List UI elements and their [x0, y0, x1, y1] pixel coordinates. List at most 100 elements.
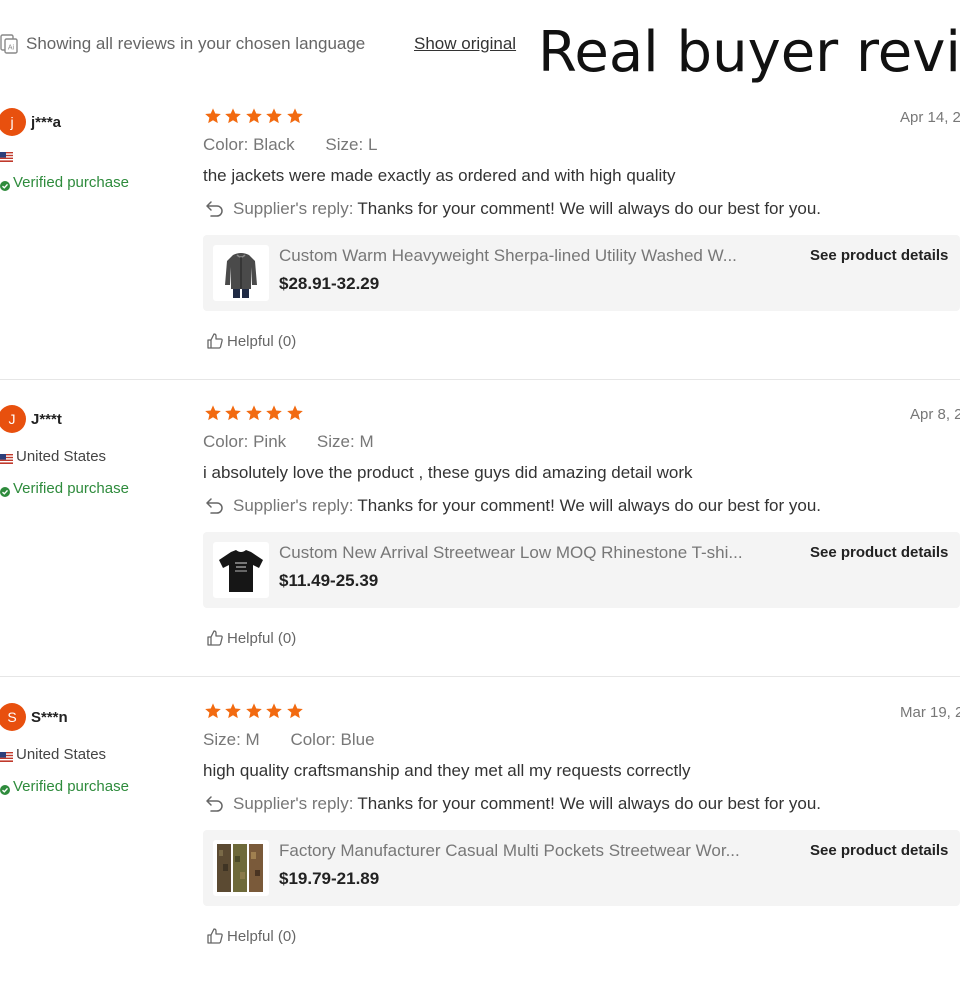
reply-arrow-icon: [205, 497, 225, 515]
product-title[interactable]: Factory Manufacturer Casual Multi Pocket…: [279, 841, 740, 861]
review-card: J J***t United States Verified purchase …: [0, 405, 960, 702]
review-comment: i absolutely love the product , these gu…: [203, 463, 693, 482]
review-date: Apr 14, 2: [900, 109, 960, 126]
attr-label: Color:: [203, 135, 249, 154]
country-name: United States: [16, 745, 107, 763]
product-title[interactable]: Custom New Arrival Streetwear Low MOQ Rh…: [279, 543, 743, 563]
tshirt-image[interactable]: [213, 542, 269, 598]
avatar: j: [0, 108, 26, 136]
see-product-details-link[interactable]: See product details: [810, 842, 948, 859]
star-icon: [286, 702, 304, 720]
attr-value: Black: [253, 135, 295, 154]
reply-label: Supplier's reply:: [233, 496, 354, 515]
thumbs-up-icon: [206, 927, 224, 945]
reviewer-country: [0, 146, 16, 162]
verified-check-icon: [0, 178, 10, 191]
star-icon: [245, 107, 263, 125]
star-icon: [245, 702, 263, 720]
us-flag-icon: [0, 149, 13, 162]
reply-label: Supplier's reply:: [233, 794, 354, 813]
product-card[interactable]: Custom New Arrival Streetwear Low MOQ Rh…: [203, 532, 960, 608]
jacket-image[interactable]: [213, 245, 269, 301]
attr-value: Pink: [253, 432, 287, 451]
thumbs-up-icon: [206, 332, 224, 350]
review-attributes: Color: Black Size: L: [203, 135, 377, 155]
review-comment: the jackets were made exactly as ordered…: [203, 166, 676, 185]
review-card: S S***n United States Verified purchase …: [0, 703, 960, 1000]
reply-label: Supplier's reply:: [233, 199, 354, 218]
see-product-details-link[interactable]: See product details: [810, 247, 948, 264]
reviewer-country: United States: [0, 447, 107, 465]
review-date: Mar 19, 2: [900, 704, 960, 721]
attr-value: M: [359, 432, 374, 451]
attr-label: Size:: [203, 730, 241, 749]
star-icon: [265, 107, 283, 125]
product-card[interactable]: Factory Manufacturer Casual Multi Pocket…: [203, 830, 960, 906]
star-icon: [204, 702, 222, 720]
star-icon: [286, 404, 304, 422]
avatar: J: [0, 405, 26, 433]
attr-value: M: [245, 730, 260, 749]
svg-text:Ai: Ai: [8, 45, 15, 52]
country-name: United States: [16, 447, 107, 465]
reviewer-name: j***a: [31, 114, 62, 131]
helpful-count: Helpful (0): [227, 332, 297, 350]
supplier-reply: Supplier's reply: Thanks for your commen…: [205, 496, 821, 516]
star-icon: [204, 107, 222, 125]
attr-label: Size:: [316, 432, 355, 451]
star-icon: [265, 404, 283, 422]
review-attributes: Color: Pink Size: M: [203, 432, 374, 452]
verified-check-icon: [0, 782, 10, 795]
see-product-details-link[interactable]: See product details: [810, 544, 948, 561]
reply-text: Thanks for your comment! We will always …: [357, 794, 822, 813]
reviewer-country: United States: [0, 745, 107, 763]
review-card: j j***a Verified purchase Apr 14, 2 Colo…: [0, 108, 960, 405]
us-flag-icon: [0, 451, 13, 464]
reply-text: Thanks for your comment! We will always …: [357, 496, 822, 515]
reply-arrow-icon: [205, 200, 225, 218]
verified-label: Verified purchase: [13, 778, 129, 795]
attr-label: Color:: [290, 730, 336, 749]
review-attributes: Size: M Color: Blue: [203, 730, 375, 750]
attr-value: Blue: [340, 730, 375, 749]
translate-icon: Ai: [0, 34, 18, 54]
divider: [0, 676, 960, 677]
star-rating: [204, 404, 306, 422]
section-title: Real buyer revie: [538, 20, 960, 85]
reviewer-name: S***n: [31, 709, 68, 726]
pants-image[interactable]: [213, 840, 269, 896]
supplier-reply: Supplier's reply: Thanks for your commen…: [205, 794, 821, 814]
verified-badge: Verified purchase: [0, 480, 129, 497]
helpful-button[interactable]: Helpful (0): [206, 629, 296, 647]
helpful-button[interactable]: Helpful (0): [206, 927, 296, 945]
supplier-reply: Supplier's reply: Thanks for your commen…: [205, 199, 821, 219]
reply-text: Thanks for your comment! We will always …: [357, 199, 822, 218]
language-notice: Showing all reviews in your chosen langu…: [26, 34, 366, 53]
star-icon: [245, 404, 263, 422]
product-price: $11.49-25.39: [279, 571, 379, 590]
helpful-count: Helpful (0): [227, 629, 297, 647]
product-card[interactable]: Custom Warm Heavyweight Sherpa-lined Uti…: [203, 235, 960, 311]
star-icon: [286, 107, 304, 125]
attr-label: Color:: [203, 432, 249, 451]
us-flag-icon: [0, 749, 13, 762]
show-original-link[interactable]: Show original: [414, 34, 516, 54]
reply-arrow-icon: [205, 795, 225, 813]
review-date: Apr 8, 2: [910, 406, 960, 423]
star-rating: [204, 107, 306, 125]
product-price: $19.79-21.89: [279, 869, 380, 888]
star-icon: [224, 107, 242, 125]
verified-label: Verified purchase: [13, 174, 129, 191]
helpful-button[interactable]: Helpful (0): [206, 332, 296, 350]
product-title[interactable]: Custom Warm Heavyweight Sherpa-lined Uti…: [279, 246, 737, 266]
divider: [0, 379, 960, 380]
verified-badge: Verified purchase: [0, 174, 129, 191]
star-icon: [224, 404, 242, 422]
attr-label: Size:: [325, 135, 364, 154]
language-bar: Ai Showing all reviews in your chosen la…: [0, 22, 960, 84]
star-icon: [204, 404, 222, 422]
avatar: S: [0, 703, 26, 731]
verified-check-icon: [0, 484, 10, 497]
star-icon: [265, 702, 283, 720]
reviewer-name: J***t: [31, 411, 62, 428]
